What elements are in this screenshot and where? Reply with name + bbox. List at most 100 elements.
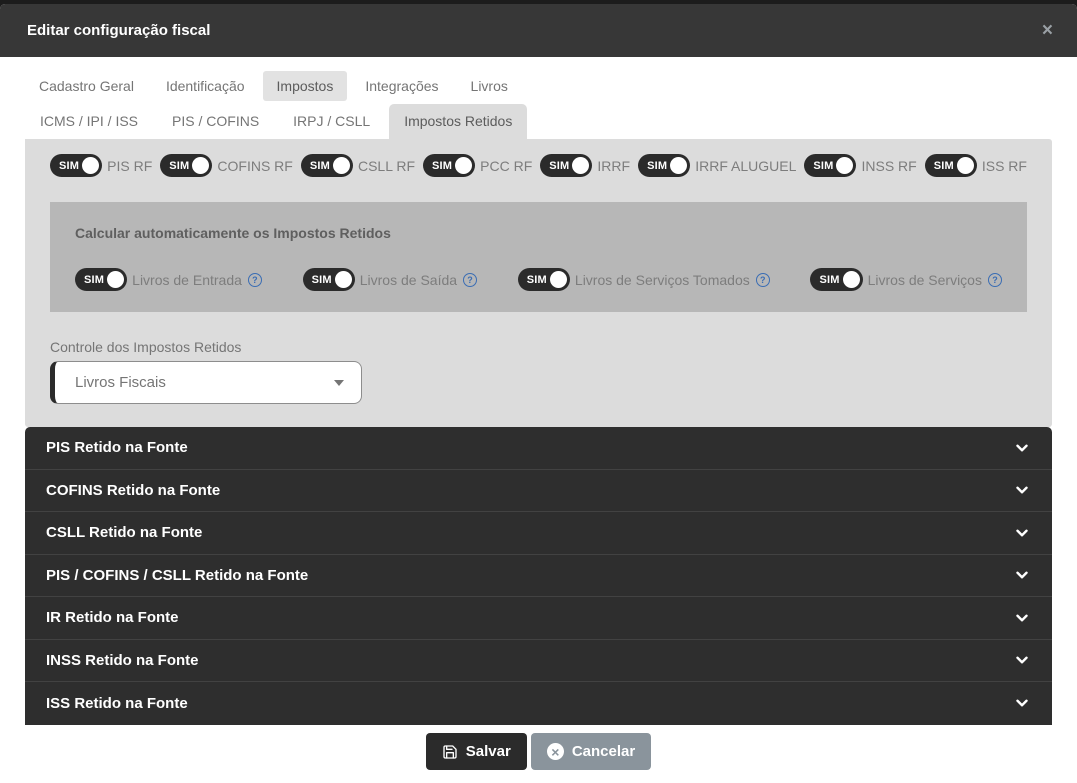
toggle-label: IRRF ALUGUEL <box>695 158 796 174</box>
chevron-down-icon <box>1013 439 1031 457</box>
toggle-label: PCC RF <box>480 158 532 174</box>
switch-knob-icon <box>843 271 860 288</box>
toggle-label: IRRF <box>597 158 630 174</box>
fiscal-config-modal: Editar configuração fiscal × Cadastro Ge… <box>0 4 1077 783</box>
accordion-label: CSLL Retido na Fonte <box>46 524 202 541</box>
toggle-label: COFINS RF <box>217 158 292 174</box>
toggle-switch[interactable]: SIM <box>50 154 102 177</box>
primary-tab[interactable]: Cadastro Geral <box>25 71 148 101</box>
primary-tab[interactable]: Integrações <box>351 71 452 101</box>
save-button-label: Salvar <box>466 743 511 760</box>
toggle-switch[interactable]: SIM <box>810 268 862 291</box>
secondary-tab[interactable]: ICMS / IPI / ISS <box>25 104 153 139</box>
chevron-down-icon <box>1013 524 1031 542</box>
retention-toggle: SIM ISS RF <box>925 154 1027 177</box>
switch-state-label: SIM <box>59 160 79 172</box>
secondary-tab[interactable]: Impostos Retidos <box>389 104 527 139</box>
switch-knob-icon <box>836 157 853 174</box>
toggle-label: ISS RF <box>982 158 1027 174</box>
switch-state-label: SIM <box>310 160 330 172</box>
modal-footer: Salvar × Cancelar <box>0 725 1077 783</box>
retention-toggle-row: SIM PIS RF SIM COFINS RF <box>50 154 1027 177</box>
help-icon[interactable]: ? <box>248 273 262 287</box>
toggle-label: Livros de Serviços <box>868 272 982 288</box>
toggle-label: Livros de Saída <box>360 272 457 288</box>
switch-knob-icon <box>107 271 124 288</box>
chevron-down-icon <box>1013 566 1031 584</box>
help-icon[interactable]: ? <box>463 273 477 287</box>
switch-knob-icon <box>572 157 589 174</box>
accordion-header[interactable]: CSLL Retido na Fonte <box>25 512 1052 555</box>
retention-toggle: SIM PIS RF <box>50 154 152 177</box>
accordion-label: ISS Retido na Fonte <box>46 695 188 712</box>
accordion-header[interactable]: INSS Retido na Fonte <box>25 640 1052 683</box>
switch-state-label: SIM <box>312 274 332 286</box>
switch-state-label: SIM <box>432 160 452 172</box>
switch-state-label: SIM <box>813 160 833 172</box>
accordion-label: PIS / COFINS / CSLL Retido na Fonte <box>46 567 308 584</box>
toggle-switch[interactable]: SIM <box>540 154 592 177</box>
switch-knob-icon <box>957 157 974 174</box>
switch-state-label: SIM <box>169 160 189 172</box>
toggle-switch[interactable]: SIM <box>303 268 355 291</box>
chevron-down-icon <box>1013 694 1031 712</box>
modal-body: Cadastro Geral Identificação Impostos In… <box>0 57 1077 725</box>
cancel-button-label: Cancelar <box>572 743 635 760</box>
switch-state-label: SIM <box>84 274 104 286</box>
accordion-header[interactable]: ISS Retido na Fonte <box>25 682 1052 725</box>
switch-state-label: SIM <box>647 160 667 172</box>
primary-tab[interactable]: Identificação <box>152 71 259 101</box>
switch-knob-icon <box>335 271 352 288</box>
accordion-list: PIS Retido na Fonte COFINS Retido na Fon… <box>25 427 1052 725</box>
chevron-down-icon <box>1013 609 1031 627</box>
help-icon[interactable]: ? <box>988 273 1002 287</box>
auto-calc-toggle: SIM Livros de Entrada ? <box>75 268 262 291</box>
auto-calc-title: Calcular automaticamente os Impostos Ret… <box>75 225 1002 241</box>
chevron-down-icon <box>1013 651 1031 669</box>
secondary-tab[interactable]: IRPJ / CSLL <box>278 104 385 139</box>
toggle-label: PIS RF <box>107 158 152 174</box>
retention-toggle: SIM COFINS RF <box>160 154 293 177</box>
accordion-header[interactable]: COFINS Retido na Fonte <box>25 470 1052 513</box>
switch-state-label: SIM <box>527 274 547 286</box>
switch-state-label: SIM <box>549 160 569 172</box>
modal-title: Editar configuração fiscal <box>27 22 210 39</box>
accordion-header[interactable]: PIS / COFINS / CSLL Retido na Fonte <box>25 555 1052 598</box>
retention-toggle: SIM INSS RF <box>804 154 916 177</box>
close-icon[interactable]: × <box>1042 21 1053 40</box>
toggle-switch[interactable]: SIM <box>160 154 212 177</box>
primary-tab[interactable]: Livros <box>457 71 522 101</box>
toggle-switch[interactable]: SIM <box>75 268 127 291</box>
switch-knob-icon <box>670 157 687 174</box>
switch-state-label: SIM <box>934 160 954 172</box>
toggle-switch[interactable]: SIM <box>638 154 690 177</box>
retention-toggle: SIM IRRF <box>540 154 630 177</box>
help-icon[interactable]: ? <box>756 273 770 287</box>
toggle-switch[interactable]: SIM <box>301 154 353 177</box>
accordion-header[interactable]: PIS Retido na Fonte <box>25 427 1052 470</box>
controle-select[interactable]: Livros Fiscais <box>50 361 362 404</box>
save-icon <box>442 744 458 760</box>
auto-calc-toggle: SIM Livros de Saída ? <box>303 268 477 291</box>
retention-toggle: SIM IRRF ALUGUEL <box>638 154 796 177</box>
toggle-switch[interactable]: SIM <box>518 268 570 291</box>
toggle-switch[interactable]: SIM <box>804 154 856 177</box>
switch-knob-icon <box>550 271 567 288</box>
switch-knob-icon <box>455 157 472 174</box>
toggle-switch[interactable]: SIM <box>423 154 475 177</box>
accordion-header[interactable]: IR Retido na Fonte <box>25 597 1052 640</box>
switch-knob-icon <box>192 157 209 174</box>
cancel-button[interactable]: × Cancelar <box>531 733 651 770</box>
secondary-tab[interactable]: PIS / COFINS <box>157 104 274 139</box>
auto-calc-toggle: SIM Livros de Serviços Tomados ? <box>518 268 770 291</box>
save-button[interactable]: Salvar <box>426 733 527 770</box>
primary-tab[interactable]: Impostos <box>263 71 348 101</box>
auto-calc-toggle: SIM Livros de Serviços ? <box>810 268 1002 291</box>
toggle-switch[interactable]: SIM <box>925 154 977 177</box>
primary-tab-bar: Cadastro Geral Identificação Impostos In… <box>25 71 1052 101</box>
chevron-down-icon <box>334 380 344 386</box>
controle-label: Controle dos Impostos Retidos <box>50 339 1027 355</box>
toggle-label: INSS RF <box>861 158 916 174</box>
switch-state-label: SIM <box>819 274 839 286</box>
auto-calc-panel: Calcular automaticamente os Impostos Ret… <box>50 202 1027 312</box>
